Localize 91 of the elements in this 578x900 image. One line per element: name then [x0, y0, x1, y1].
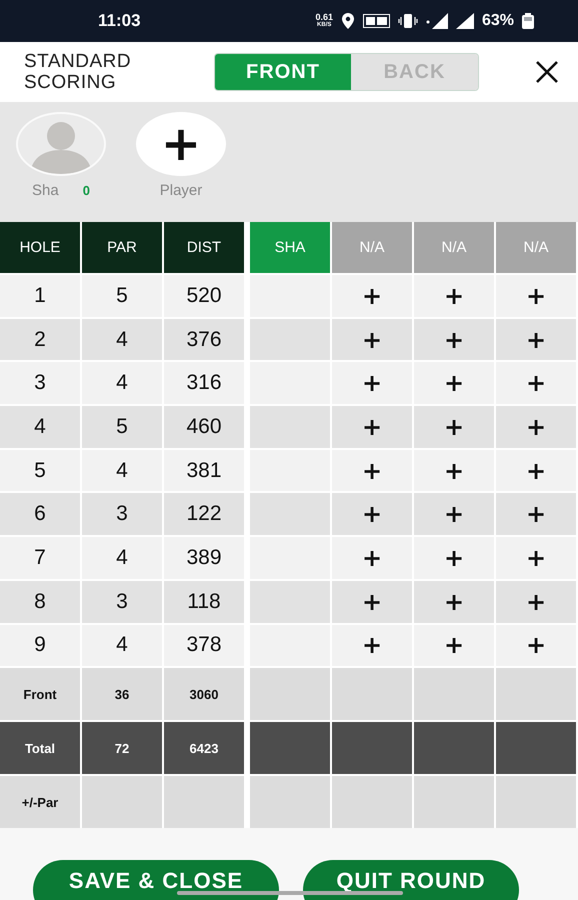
column-header: PAR: [82, 222, 162, 273]
add-score-cell[interactable]: +: [414, 624, 494, 666]
distance-cell: 376: [164, 318, 244, 360]
location-pin-icon: [340, 13, 355, 29]
score-cell[interactable]: [250, 450, 330, 492]
hole-cell: 5: [0, 450, 80, 492]
add-score-cell[interactable]: +: [332, 580, 412, 622]
screen-title: STANDARD SCORING: [24, 51, 132, 93]
summary-label: +/-Par: [0, 776, 80, 828]
add-score-cell[interactable]: +: [414, 580, 494, 622]
add-score-cell[interactable]: +: [496, 580, 576, 622]
add-score-cell[interactable]: +: [332, 275, 412, 317]
add-score-cell[interactable]: +: [496, 275, 576, 317]
add-score-cell[interactable]: +: [496, 318, 576, 360]
add-score-cell[interactable]: +: [414, 537, 494, 579]
score-cell[interactable]: [250, 406, 330, 448]
add-score-cell[interactable]: +: [496, 493, 576, 536]
par-cell: 3: [82, 580, 162, 622]
par-cell: 3: [82, 493, 162, 536]
vibrate-icon: [398, 13, 418, 29]
distance-cell: 122: [164, 493, 244, 536]
action-button[interactable]: SAVE & CLOSE: [33, 860, 279, 900]
par-cell: 5: [82, 406, 162, 448]
volte-icon: [362, 14, 390, 28]
score-cell[interactable]: [250, 580, 330, 622]
hole-cell: 6: [0, 493, 80, 536]
add-score-cell[interactable]: +: [414, 275, 494, 317]
clock: 11:03: [98, 11, 141, 31]
column-header: DIST: [164, 222, 244, 273]
distance-cell: 520: [164, 275, 244, 317]
action-button[interactable]: QUIT ROUND: [303, 860, 519, 900]
battery-icon: [522, 13, 534, 29]
par-cell: 4: [82, 624, 162, 666]
add-player-label: Player: [160, 182, 202, 199]
player-score: 0: [82, 183, 90, 198]
par-cell: 4: [82, 318, 162, 360]
summary-distance: 6423: [164, 722, 244, 774]
add-score-cell[interactable]: +: [332, 406, 412, 448]
par-cell: 4: [82, 537, 162, 579]
close-button[interactable]: [534, 59, 560, 85]
summary-par: 72: [82, 722, 162, 774]
player-column-header[interactable]: SHA: [250, 222, 330, 273]
distance-cell: 381: [164, 450, 244, 492]
add-score-cell[interactable]: +: [332, 450, 412, 492]
score-cell[interactable]: [250, 493, 330, 536]
player-name: Sha: [32, 182, 59, 199]
battery-level: 63%: [482, 12, 514, 30]
add-score-cell[interactable]: +: [332, 318, 412, 360]
hole-cell: 4: [0, 406, 80, 448]
hole-cell: 2: [0, 318, 80, 360]
hole-cell: 7: [0, 537, 80, 579]
distance-cell: 389: [164, 537, 244, 579]
close-icon: [534, 59, 560, 85]
add-score-cell[interactable]: +: [332, 493, 412, 536]
column-header: HOLE: [0, 222, 80, 273]
signal-icon: [456, 13, 474, 29]
add-score-cell[interactable]: +: [414, 318, 494, 360]
add-score-cell[interactable]: +: [496, 406, 576, 448]
add-score-cell[interactable]: +: [414, 493, 494, 536]
add-score-cell[interactable]: +: [496, 362, 576, 404]
signal-icon: [426, 13, 448, 29]
par-cell: 4: [82, 362, 162, 404]
segment-tab[interactable]: FRONT: [215, 54, 351, 90]
summary-label: Total: [0, 722, 80, 774]
distance-cell: 316: [164, 362, 244, 404]
network-speed: 0.61: [315, 13, 333, 22]
add-score-cell[interactable]: +: [414, 362, 494, 404]
add-player-button[interactable]: +: [136, 112, 226, 176]
add-score-cell[interactable]: +: [332, 624, 412, 666]
add-score-cell[interactable]: +: [332, 362, 412, 404]
summary-label: Front: [0, 668, 80, 720]
distance-cell: 378: [164, 624, 244, 666]
add-score-cell[interactable]: +: [496, 450, 576, 492]
par-cell: 4: [82, 450, 162, 492]
hole-cell: 9: [0, 624, 80, 666]
hole-cell: 1: [0, 275, 80, 317]
add-score-cell[interactable]: +: [332, 537, 412, 579]
par-cell: 5: [82, 275, 162, 317]
distance-cell: 460: [164, 406, 244, 448]
add-score-cell[interactable]: +: [414, 406, 494, 448]
add-score-cell[interactable]: +: [496, 624, 576, 666]
score-cell[interactable]: [250, 318, 330, 360]
distance-cell: 118: [164, 580, 244, 622]
score-cell[interactable]: [250, 362, 330, 404]
hole-cell: 3: [0, 362, 80, 404]
summary-distance: 3060: [164, 668, 244, 720]
hole-cell: 8: [0, 580, 80, 622]
summary-par: 36: [82, 668, 162, 720]
add-score-cell[interactable]: +: [414, 450, 494, 492]
score-cell[interactable]: [250, 624, 330, 666]
add-score-cell[interactable]: +: [496, 537, 576, 579]
